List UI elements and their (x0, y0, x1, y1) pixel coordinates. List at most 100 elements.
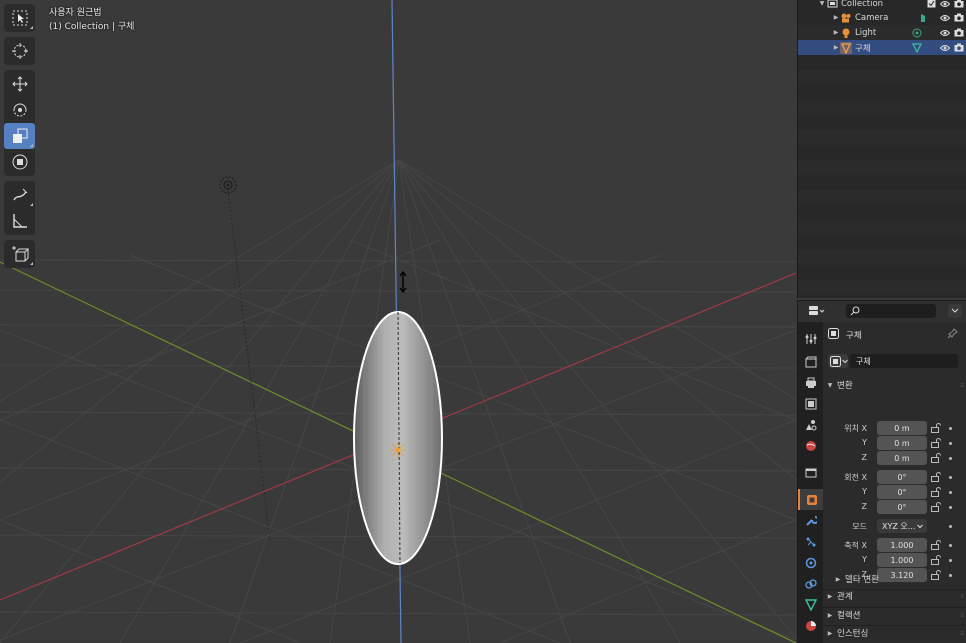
object-icon (830, 355, 841, 367)
keyframe-dot-icon[interactable] (949, 457, 952, 460)
collection-props-icon (805, 468, 816, 477)
collections-section-header[interactable]: ▶ 컬렉션 ⁝⁝⁝ (823, 607, 966, 623)
3d-viewport[interactable]: 사용자 원근법 (1) Collection | 구체 (0, 0, 796, 643)
eye-icon[interactable] (940, 0, 950, 9)
rotation-y-field[interactable]: 0° (877, 485, 927, 499)
chevron-down-icon (951, 308, 959, 313)
drag-grip-icon: ⁝⁝⁝ (960, 592, 964, 600)
expand-triangle-icon[interactable]: ▶ (832, 29, 840, 36)
camera-render-icon[interactable] (954, 28, 964, 38)
lock-icon[interactable] (931, 540, 941, 550)
checkbox-icon[interactable] (926, 0, 936, 9)
move-tool[interactable] (4, 71, 35, 97)
relations-section-header[interactable]: ▶ 관계 ⁝⁝⁝ (823, 588, 966, 604)
tab-particles[interactable] (798, 531, 823, 552)
tab-world[interactable] (798, 435, 823, 456)
keyframe-dot-icon[interactable] (949, 559, 952, 562)
light-data-icon[interactable] (912, 28, 922, 38)
select-box-tool[interactable] (4, 5, 35, 31)
collection-icon (826, 0, 838, 10)
transform-section-header[interactable]: ▼ 변환 ⁝⁝⁝ (823, 377, 966, 393)
cursor-tool[interactable] (4, 38, 35, 64)
lock-icon[interactable] (931, 472, 941, 482)
scale-y-field[interactable]: 1.000 (877, 553, 927, 567)
eye-icon[interactable] (940, 28, 950, 38)
rotation-z-field[interactable]: 0° (877, 500, 927, 514)
scene-icon (805, 419, 816, 430)
tab-tool[interactable] (798, 328, 823, 349)
tab-output[interactable] (798, 372, 823, 393)
object-name-field[interactable]: 구체 (850, 354, 958, 368)
expand-triangle-icon[interactable]: ▶ (832, 44, 840, 51)
light-icon (840, 27, 852, 39)
camera-render-icon[interactable] (954, 13, 964, 23)
editor-type-button[interactable] (808, 305, 826, 320)
tab-object[interactable] (798, 489, 823, 510)
measure-tool[interactable] (4, 208, 35, 234)
drag-grip-icon: ⁝⁝⁝ (960, 381, 964, 389)
keyframe-dot-icon[interactable] (949, 442, 952, 445)
axis-y-label: Y (862, 555, 867, 564)
outliner-empty-row (798, 280, 966, 295)
lock-icon[interactable] (931, 423, 941, 433)
transform-tool[interactable] (4, 149, 35, 175)
tab-data[interactable] (798, 594, 823, 615)
scale-tool[interactable] (4, 123, 35, 149)
expand-triangle-icon: ▶ (827, 592, 833, 600)
mode-label: 모드 (852, 522, 867, 531)
mesh-data-icon[interactable] (912, 42, 922, 53)
scale-x-field[interactable]: 1.000 (877, 538, 927, 552)
location-y-field[interactable]: 0 m (877, 436, 927, 450)
options-dropdown-button[interactable] (948, 304, 962, 318)
expand-triangle-icon: ▶ (835, 575, 841, 583)
collection-label: Collection (841, 0, 884, 9)
outliner-empty-row (798, 70, 966, 85)
location-x-field[interactable]: 0 m (877, 421, 927, 435)
instancing-section-header[interactable]: ▶ 인스턴싱 ⁝⁝⁝ (823, 625, 966, 641)
pin-icon[interactable] (947, 328, 958, 339)
lock-icon[interactable] (931, 555, 941, 565)
tab-physics[interactable] (798, 552, 823, 573)
particles-icon (806, 537, 815, 546)
add-cube-tool[interactable] (4, 241, 35, 267)
location-z-field[interactable]: 0 m (877, 451, 927, 465)
rotation-mode-dropdown[interactable]: XYZ 오... (877, 519, 927, 533)
tab-collection[interactable] (798, 462, 823, 483)
tab-modifiers[interactable] (798, 510, 823, 531)
tab-material[interactable] (798, 615, 823, 636)
outliner-empty-row (798, 100, 966, 115)
eye-icon[interactable] (940, 13, 950, 23)
keyframe-dot-icon[interactable] (949, 544, 952, 547)
outliner-row-camera[interactable]: ▶ Camera (798, 10, 966, 25)
lock-icon[interactable] (931, 438, 941, 448)
outliner-item-label: Light (855, 27, 877, 38)
rotation-x-field[interactable]: 0° (877, 470, 927, 484)
keyframe-dot-icon[interactable] (949, 476, 952, 479)
camera-render-icon[interactable] (954, 0, 964, 9)
expand-triangle-icon[interactable]: ▼ (818, 0, 826, 7)
lock-icon[interactable] (931, 487, 941, 497)
keyframe-dot-icon[interactable] (949, 525, 952, 528)
lock-icon[interactable] (931, 453, 941, 463)
world-icon (805, 440, 816, 451)
keyframe-dot-icon[interactable] (949, 491, 952, 494)
expand-triangle-icon[interactable]: ▶ (832, 14, 840, 21)
keyframe-dot-icon[interactable] (949, 427, 952, 430)
tab-scene[interactable] (798, 414, 823, 435)
properties-search-input[interactable] (846, 304, 936, 318)
delta-transform-header[interactable]: ▶ 델타 변환 (831, 571, 966, 587)
tab-render[interactable] (798, 351, 823, 372)
camera-data-icon[interactable] (918, 13, 928, 23)
eye-icon[interactable] (940, 43, 950, 53)
outliner-row-light[interactable]: ▶ Light (798, 25, 966, 40)
outliner-row-sphere[interactable]: ▶ 구체 (798, 40, 966, 55)
rotate-tool[interactable] (4, 97, 35, 123)
lock-icon[interactable] (931, 502, 941, 512)
mesh-object-icon (840, 41, 852, 54)
tab-view-layer[interactable] (798, 393, 823, 414)
tab-constraints[interactable] (798, 573, 823, 594)
object-datablock-selector[interactable] (828, 354, 848, 368)
annotate-tool[interactable] (4, 182, 35, 208)
keyframe-dot-icon[interactable] (949, 506, 952, 509)
camera-render-icon[interactable] (954, 43, 964, 53)
